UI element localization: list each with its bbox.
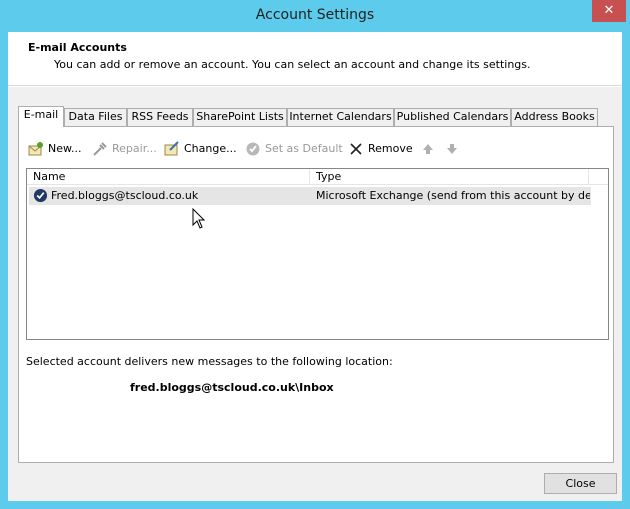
- account-name: Fred.bloggs@tscloud.co.uk: [51, 189, 199, 202]
- remove-icon: [350, 143, 362, 155]
- remove-button[interactable]: Remove: [348, 139, 413, 159]
- delivery-location-value: fred.bloggs@tscloud.co.uk\Inbox: [130, 381, 334, 394]
- account-row[interactable]: Fred.bloggs@tscloud.co.uk Microsoft Exch…: [29, 187, 591, 205]
- new-account-icon: [28, 142, 43, 156]
- repair-button[interactable]: Repair...: [92, 139, 157, 159]
- default-account-check-icon: [33, 188, 48, 203]
- close-button[interactable]: Close: [544, 473, 617, 494]
- change-icon: [164, 141, 179, 156]
- set-as-default-button[interactable]: Set as Default: [245, 139, 343, 159]
- change-button-label: Change...: [184, 142, 237, 155]
- move-down-button[interactable]: [444, 139, 464, 159]
- move-up-icon: [423, 144, 433, 154]
- list-header: Name Type: [27, 169, 608, 185]
- header-description: You can add or remove an account. You ca…: [54, 58, 531, 71]
- column-header-name[interactable]: Name: [27, 169, 310, 185]
- accounts-list[interactable]: Name Type Fred.bloggs@tscloud.co.uk Micr…: [26, 168, 609, 340]
- tab-internet-calendars[interactable]: Internet Calendars: [287, 108, 394, 126]
- title-bar[interactable]: Account Settings ✕: [0, 0, 630, 32]
- remove-button-label: Remove: [368, 142, 413, 155]
- account-type: Microsoft Exchange (send from this accou…: [316, 189, 590, 202]
- tab-rss-feeds[interactable]: RSS Feeds: [127, 108, 193, 126]
- move-up-button[interactable]: [420, 139, 440, 159]
- change-button[interactable]: Change...: [164, 139, 237, 159]
- tab-sharepoint-lists[interactable]: SharePoint Lists: [193, 108, 287, 126]
- tab-address-books[interactable]: Address Books: [511, 108, 598, 126]
- new-button-label: New...: [48, 142, 82, 155]
- window-close-icon[interactable]: ✕: [592, 0, 626, 22]
- column-header-type[interactable]: Type: [310, 169, 589, 185]
- repair-icon: [93, 142, 107, 156]
- body-panel: E-mail Data Files RSS Feeds SharePoint L…: [8, 87, 622, 501]
- tab-email[interactable]: E-mail: [18, 106, 64, 127]
- header-panel: E-mail Accounts You can add or remove an…: [8, 32, 622, 86]
- repair-button-label: Repair...: [112, 142, 157, 155]
- header-title: E-mail Accounts: [28, 41, 127, 54]
- dialog-client: E-mail Accounts You can add or remove an…: [8, 32, 622, 501]
- mouse-pointer-icon: [192, 208, 206, 229]
- account-settings-window: Account Settings ✕ E-mail Accounts You c…: [0, 0, 630, 509]
- tab-published-calendars[interactable]: Published Calendars: [394, 108, 511, 126]
- set-as-default-label: Set as Default: [265, 142, 343, 155]
- move-down-icon: [447, 144, 457, 154]
- new-button[interactable]: New...: [28, 139, 81, 159]
- delivery-location-label: Selected account delivers new messages t…: [26, 355, 393, 368]
- set-default-icon: [246, 142, 260, 156]
- tab-data-files[interactable]: Data Files: [64, 108, 127, 126]
- window-title: Account Settings: [255, 7, 375, 23]
